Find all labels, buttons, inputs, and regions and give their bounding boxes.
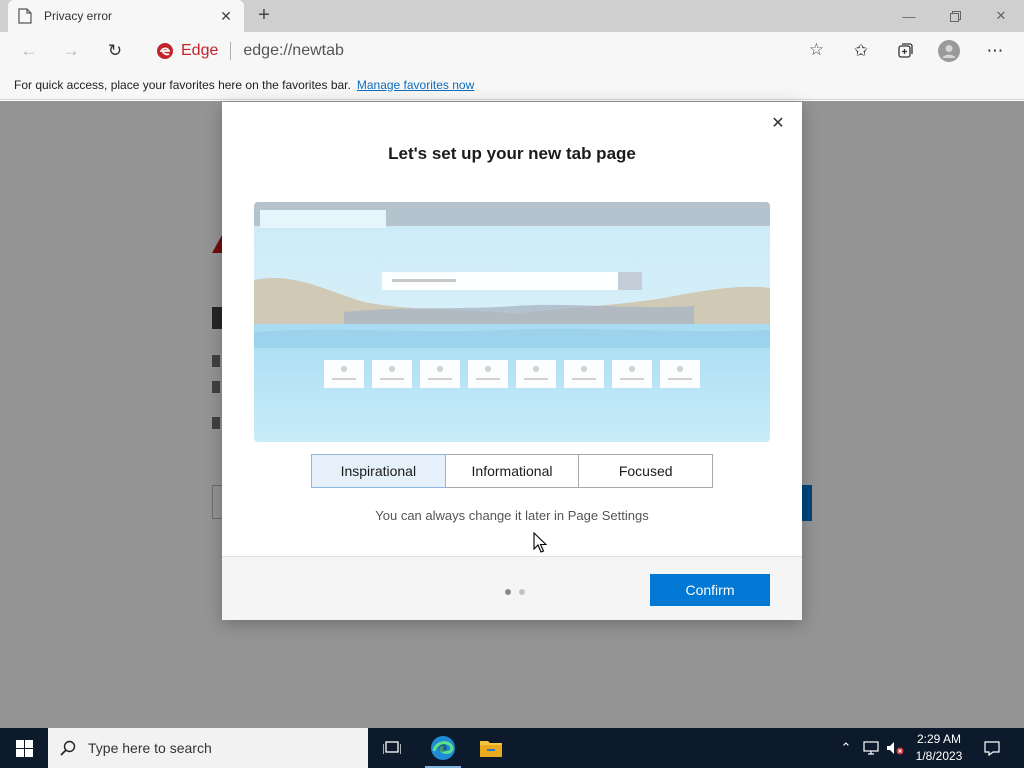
refresh-icon[interactable]: ↻	[100, 37, 130, 65]
dialog-title: Let's set up your new tab page	[388, 144, 636, 163]
more-options-icon[interactable]: ⋯	[980, 37, 1010, 65]
notifications-icon[interactable]	[976, 728, 1008, 768]
back-arrow-icon[interactable]: ←	[14, 37, 44, 65]
step-indicator	[505, 589, 525, 595]
new-tab-setup-dialog: ✕ Let's set up your new tab page Inspira…	[222, 102, 802, 620]
collections-icon[interactable]	[890, 37, 920, 65]
search-placeholder: Type here to search	[88, 740, 212, 756]
volume-muted-icon[interactable]	[884, 728, 906, 768]
system-clock[interactable]: 2:29 AM 1/8/2023	[906, 731, 972, 765]
address-toolbar: ← → ↻ Edge edge://newtab ☆ ✩ ⋯	[0, 32, 1024, 70]
layout-preview-image	[254, 202, 770, 442]
tab-title: Privacy error	[44, 9, 113, 23]
new-tab-icon[interactable]: +	[254, 5, 274, 25]
manage-favorites-link[interactable]: Manage favorites now	[357, 78, 474, 92]
edge-taskbar-icon[interactable]	[419, 728, 467, 768]
clock-time: 2:29 AM	[916, 732, 962, 746]
tab-strip: Privacy error ✕ + — ✕	[0, 0, 1024, 32]
tab-close-icon[interactable]: ✕	[218, 8, 234, 25]
layout-option-informational[interactable]: Informational	[444, 454, 580, 488]
mouse-cursor-icon	[533, 532, 547, 553]
page-icon	[18, 8, 32, 24]
show-hidden-icons-chevron-icon[interactable]: ⌃	[836, 728, 856, 768]
browser-tab[interactable]: Privacy error ✕	[8, 0, 244, 32]
confirm-button[interactable]: Confirm	[650, 574, 770, 606]
layout-selector: Inspirational Informational Focused	[311, 454, 714, 488]
edge-brand-label: Edge	[181, 42, 219, 59]
minimize-icon[interactable]: —	[886, 0, 932, 32]
step-dot-active	[505, 589, 511, 595]
windows-logo-icon	[15, 739, 33, 757]
dialog-footer: Confirm	[222, 556, 802, 620]
favorites-bar: For quick access, place your favorites h…	[0, 70, 1024, 100]
address-bar[interactable]: Edge edge://newtab ☆	[144, 36, 834, 66]
network-icon[interactable]	[860, 728, 882, 768]
windows-taskbar: Type here to search ⌃ 2:29 AM 1/8/2023	[0, 728, 1024, 768]
task-view-icon[interactable]	[368, 728, 416, 768]
favorites-bar-message: For quick access, place your favorites h…	[14, 77, 351, 92]
layout-option-focused[interactable]: Focused	[578, 454, 714, 488]
forward-arrow-icon[interactable]: →	[56, 37, 86, 65]
add-favorite-star-icon[interactable]: ☆	[809, 40, 824, 60]
close-window-icon[interactable]: ✕	[978, 0, 1024, 32]
url-text[interactable]: edge://newtab	[243, 42, 344, 60]
file-explorer-icon[interactable]	[467, 728, 515, 768]
clock-date: 1/8/2023	[915, 749, 963, 763]
layout-option-inspirational[interactable]: Inspirational	[311, 454, 446, 488]
profile-avatar-icon[interactable]	[934, 37, 964, 65]
search-icon	[60, 740, 76, 756]
step-dot	[519, 589, 525, 595]
restore-icon[interactable]	[932, 0, 978, 32]
start-button[interactable]	[0, 728, 48, 768]
close-dialog-icon[interactable]: ✕	[768, 114, 788, 134]
taskbar-search-box[interactable]: Type here to search	[48, 728, 368, 768]
edge-logo-icon	[157, 43, 173, 59]
favorites-icon[interactable]: ✩	[846, 37, 876, 65]
address-divider	[230, 42, 232, 60]
settings-hint: You can always change it later in Page S…	[375, 508, 649, 523]
